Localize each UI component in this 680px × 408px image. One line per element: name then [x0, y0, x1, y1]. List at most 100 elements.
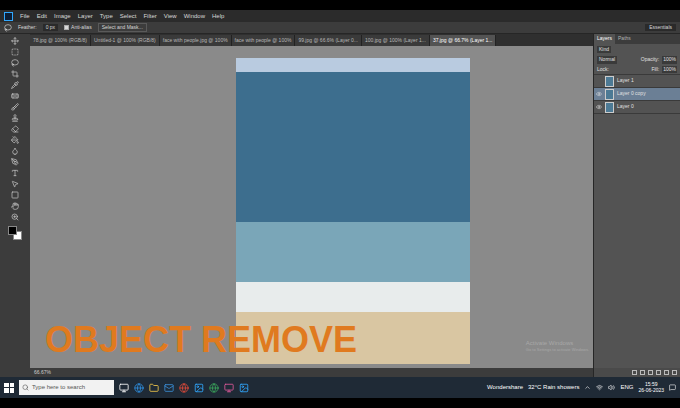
tool-icon[interactable]: [11, 103, 19, 111]
clock[interactable]: 15:5926-06-2023: [638, 382, 664, 393]
layers-panel: LayersPaths Kind Normal Opacity:100% Lock: Fi…: [593, 34, 680, 377]
select-mask-button[interactable]: Select and Mask...: [98, 23, 147, 33]
tool-icon[interactable]: [11, 169, 19, 177]
layer-name: Layer 0: [617, 103, 634, 111]
panel-tab[interactable]: Layers: [594, 34, 615, 44]
panel-footer: [594, 368, 680, 377]
photo[interactable]: [236, 58, 470, 364]
start-button-icon[interactable]: [4, 383, 14, 393]
options-bar: Feather: 0 px Anti-alias Select and Mask...…: [0, 22, 680, 34]
toolbar: [0, 34, 30, 377]
tool-icon[interactable]: [11, 147, 19, 155]
notification-icon[interactable]: [669, 384, 676, 391]
volume-icon[interactable]: [608, 384, 615, 391]
tray-chevron-icon[interactable]: [584, 384, 591, 391]
tool-icon[interactable]: [11, 202, 19, 210]
tool-icon[interactable]: [11, 59, 19, 67]
menu-item[interactable]: Help: [212, 13, 224, 19]
visibility-icon[interactable]: [596, 104, 602, 110]
top-letterbox: [0, 0, 680, 10]
document-tab[interactable]: 37.jpg @ 66.7% (Layer 1...: [430, 35, 497, 47]
status-bar: 66.67%: [30, 368, 593, 377]
layer-name: Layer 0 copy: [617, 90, 646, 98]
opacity-label: Opacity:: [641, 56, 659, 64]
feather-field[interactable]: 0 px: [43, 24, 58, 32]
panel-tabs: LayersPaths: [594, 34, 680, 44]
taskbar-app-icon[interactable]: [149, 383, 159, 393]
menu-item[interactable]: Window: [184, 13, 205, 19]
menu-item[interactable]: Select: [120, 13, 137, 19]
fill-field[interactable]: 100%: [662, 66, 677, 74]
color-swatches[interactable]: [8, 226, 22, 240]
taskbar-app-icon[interactable]: [179, 383, 189, 393]
tool-icon[interactable]: [11, 48, 19, 56]
menu-item[interactable]: Image: [54, 13, 71, 19]
kind-filter[interactable]: Kind: [597, 46, 611, 54]
panel-button-icon[interactable]: [672, 370, 677, 375]
tool-icon[interactable]: [11, 125, 19, 133]
tool-icon[interactable]: [11, 70, 19, 78]
panel-button-icon[interactable]: [632, 370, 637, 375]
panel-tab[interactable]: Paths: [615, 34, 634, 44]
document-tab[interactable]: Untitled-1 @ 100% (RGB/8): [91, 35, 160, 47]
tool-icon[interactable]: [11, 92, 19, 100]
ps-logo-icon[interactable]: [4, 12, 13, 21]
layer-row[interactable]: Layer 0 copy: [594, 88, 680, 101]
fill-label: Fill:: [651, 66, 659, 74]
menu-item[interactable]: View: [164, 13, 177, 19]
tool-icon[interactable]: [11, 158, 19, 166]
weather[interactable]: 32°C Rain showers: [528, 383, 579, 392]
visibility-icon[interactable]: [596, 91, 602, 97]
lock-label: Lock:: [597, 66, 609, 74]
menu-item[interactable]: Type: [100, 13, 113, 19]
screen: File Edit Image Layer Type Select Filter View Wi…: [0, 0, 680, 408]
tool-icon[interactable]: [11, 213, 19, 221]
lasso-icon[interactable]: [4, 24, 12, 32]
overlay-caption: OBJECT REMOVE: [45, 322, 357, 358]
document-tab[interactable]: face with people.jpg @ 100%: [160, 35, 232, 47]
tool-icon[interactable]: [11, 136, 19, 144]
taskbar-app-icon[interactable]: [224, 383, 234, 393]
menu-item[interactable]: Edit: [37, 13, 47, 19]
taskbar-app-icon[interactable]: [164, 383, 174, 393]
tray-app[interactable]: Wondershare: [487, 383, 523, 392]
document-tab[interactable]: 99.jpg @ 66.6% (Layer 0...: [295, 35, 362, 47]
layer-row[interactable]: Layer 0: [594, 101, 680, 114]
canvas: Activate WindowsGo to Settings to activa…: [30, 46, 593, 368]
menu-item[interactable]: File: [20, 13, 30, 19]
feather-label: Feather:: [18, 24, 37, 32]
tool-icon[interactable]: [11, 37, 19, 45]
panel-button-icon[interactable]: [656, 370, 661, 375]
layer-row[interactable]: Layer 1: [594, 75, 680, 88]
zoom-level[interactable]: 66.67%: [34, 369, 51, 377]
menu-item[interactable]: Layer: [78, 13, 93, 19]
taskbar-app-icon[interactable]: [239, 383, 249, 393]
panel-button-icon[interactable]: [664, 370, 669, 375]
document-tab[interactable]: face with people @ 100%: [232, 35, 296, 47]
anti-alias-checkbox[interactable]: Anti-alias: [64, 24, 92, 32]
menu-bar: File Edit Image Layer Type Select Filter View Wi…: [0, 10, 680, 22]
opacity-field[interactable]: 100%: [662, 56, 677, 64]
taskbar-app-icon[interactable]: [134, 383, 144, 393]
layer-name: Layer 1: [617, 77, 634, 85]
taskbar-app-icon[interactable]: [119, 383, 129, 393]
tool-icon[interactable]: [11, 191, 19, 199]
language[interactable]: ENG: [620, 383, 633, 392]
document-tab[interactable]: 78.jpg @ 100% (RGB/8): [30, 35, 91, 47]
menu-item[interactable]: Filter: [143, 13, 156, 19]
panel-button-icon[interactable]: [648, 370, 653, 375]
visibility-icon[interactable]: [596, 78, 602, 84]
search-box[interactable]: Type here to search: [19, 380, 114, 395]
document-tab[interactable]: 100.jpg @ 100% (Layer 1...: [362, 35, 430, 47]
blend-mode[interactable]: Normal: [597, 56, 617, 64]
tool-icon[interactable]: [11, 114, 19, 122]
panel-button-icon[interactable]: [640, 370, 645, 375]
network-icon[interactable]: [596, 384, 603, 391]
workspace-select[interactable]: Essentials: [645, 24, 676, 32]
layer-thumbnail: [605, 102, 614, 113]
layer-thumbnail: [605, 76, 614, 87]
taskbar-app-icon[interactable]: [209, 383, 219, 393]
tool-icon[interactable]: [11, 180, 19, 188]
taskbar-app-icon[interactable]: [194, 383, 204, 393]
tool-icon[interactable]: [11, 81, 19, 89]
